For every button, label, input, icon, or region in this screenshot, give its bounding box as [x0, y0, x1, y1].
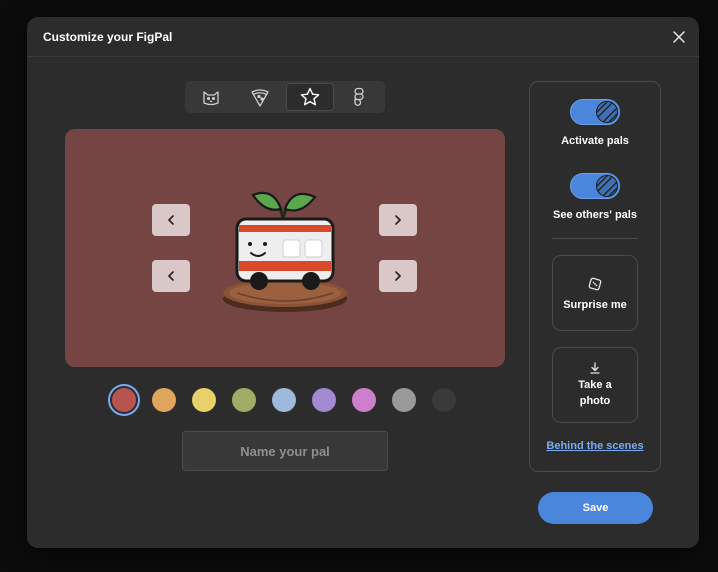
tab-favorites[interactable] [286, 83, 334, 111]
close-icon [673, 31, 685, 43]
prev-top-button[interactable] [152, 204, 190, 236]
chevron-left-icon [167, 215, 174, 225]
hatched-knob-icon [597, 176, 617, 196]
tab-animals[interactable] [187, 83, 235, 111]
pal-preview-stage [65, 129, 505, 367]
close-button[interactable] [669, 27, 689, 47]
chevron-left-icon [167, 271, 174, 281]
prev-bottom-button[interactable] [152, 260, 190, 292]
color-swatch[interactable] [192, 388, 216, 412]
color-swatch[interactable] [432, 388, 456, 412]
download-icon [590, 362, 600, 374]
take-photo-button[interactable]: Take a photo [552, 347, 638, 423]
pal-character-image [223, 191, 347, 312]
color-swatch[interactable] [112, 388, 136, 412]
behind-the-scenes-link[interactable]: Behind the scenes [530, 440, 660, 452]
take-photo-label-line1: Take a [578, 379, 612, 391]
next-top-button[interactable] [379, 204, 417, 236]
activate-pals-label: Activate pals [561, 135, 629, 147]
tab-figma[interactable] [335, 83, 383, 111]
chevron-right-icon [395, 271, 402, 281]
color-swatch[interactable] [232, 388, 256, 412]
hatched-knob-icon [597, 102, 617, 122]
category-tabs [185, 81, 385, 113]
dice-icon [588, 277, 602, 291]
pizza-icon [251, 89, 269, 107]
star-icon [300, 87, 320, 106]
chevron-right-icon [395, 215, 402, 225]
customize-figpal-dialog: Customize your FigPal Name your pal Acti… [27, 17, 699, 548]
surprise-me-button[interactable]: Surprise me [552, 255, 638, 331]
color-swatch[interactable] [152, 388, 176, 412]
next-bottom-button[interactable] [379, 260, 417, 292]
panel-divider [552, 238, 638, 239]
dialog-title: Customize your FigPal [43, 30, 173, 44]
color-swatch[interactable] [392, 388, 416, 412]
take-photo-label-line2: photo [579, 395, 611, 407]
see-others-toggle[interactable] [570, 173, 620, 199]
pal-name-input[interactable] [182, 431, 388, 471]
dialog-header: Customize your FigPal [27, 17, 699, 57]
color-swatch[interactable] [312, 388, 336, 412]
figma-icon [354, 87, 364, 106]
cat-icon [203, 91, 219, 106]
settings-panel: Activate pals See others' pals Surprise [529, 81, 661, 472]
tab-food[interactable] [236, 83, 284, 111]
toggle-knob [596, 175, 618, 197]
toggle-knob [596, 101, 618, 123]
surprise-me-label: Surprise me [563, 299, 627, 311]
save-button[interactable]: Save [538, 492, 653, 524]
color-swatches [110, 386, 470, 414]
color-swatch[interactable] [272, 388, 296, 412]
activate-pals-toggle[interactable] [570, 99, 620, 125]
see-others-label: See others' pals [553, 209, 637, 221]
color-swatch[interactable] [352, 388, 376, 412]
